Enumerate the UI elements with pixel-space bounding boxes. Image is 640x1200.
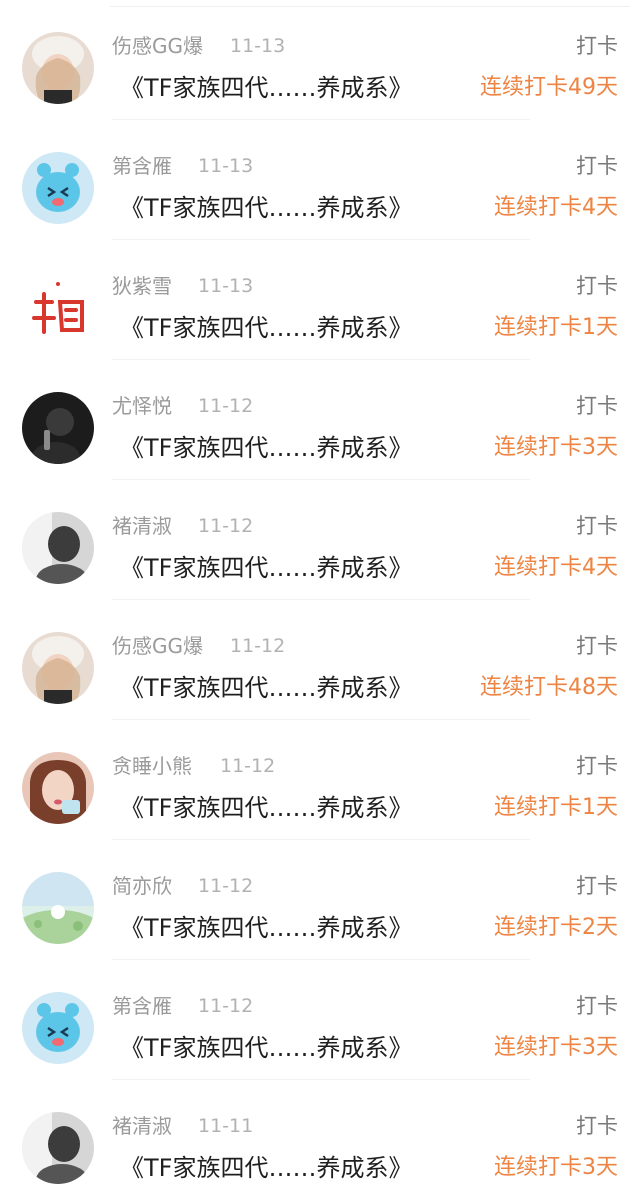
checkin-label: 打卡 [576, 394, 618, 418]
blue-cartoon-bird-avatar[interactable] [22, 992, 94, 1064]
username[interactable]: 简亦欣 [112, 870, 172, 902]
username[interactable]: 褚清淑 [112, 510, 172, 542]
streak-count: 连续打卡4天 [494, 195, 618, 220]
checkin-label: 打卡 [576, 874, 618, 898]
post-title[interactable]: 《TF家族四代……养成系》 [120, 1148, 412, 1188]
monochrome-photo-avatar[interactable] [22, 1112, 94, 1184]
username[interactable]: 贪睡小熊 [112, 750, 192, 782]
feed-item[interactable]: 尤怿悦 11-12 《TF家族四代……养成系》 打卡 连续打卡3天 [0, 360, 640, 480]
post-date: 11-12 [220, 755, 276, 777]
feed-item[interactable]: 褚清淑 11-11 《TF家族四代……养成系》 打卡 连续打卡3天 [0, 1080, 640, 1200]
post-title[interactable]: 《TF家族四代……养成系》 [120, 668, 412, 708]
red-calligraphy-avatar[interactable] [22, 272, 94, 344]
post-date: 11-12 [198, 995, 254, 1017]
checkin-label: 打卡 [576, 34, 618, 58]
girl-portrait-avatar[interactable] [22, 32, 94, 104]
username[interactable]: 第含雁 [112, 150, 172, 182]
checkin-label: 打卡 [576, 1114, 618, 1138]
streak-count: 连续打卡3天 [494, 435, 618, 460]
checkin-label: 打卡 [576, 274, 618, 298]
pastel-landscape-avatar[interactable] [22, 872, 94, 944]
username[interactable]: 尤怿悦 [112, 390, 172, 422]
post-title[interactable]: 《TF家族四代……养成系》 [120, 68, 412, 108]
checkin-label: 打卡 [576, 634, 618, 658]
checkin-label: 打卡 [576, 994, 618, 1018]
feed-item[interactable]: 狄紫雪 11-13 《TF家族四代……养成系》 打卡 连续打卡1天 [0, 240, 640, 360]
feed-item[interactable]: 第含雁 11-13 《TF家族四代……养成系》 打卡 连续打卡4天 [0, 120, 640, 240]
post-title[interactable]: 《TF家族四代……养成系》 [120, 548, 412, 588]
monochrome-photo-avatar[interactable] [22, 512, 94, 584]
post-date: 11-12 [230, 635, 286, 657]
username[interactable]: 褚清淑 [112, 1110, 172, 1142]
streak-count: 连续打卡3天 [494, 1035, 618, 1060]
post-date: 11-13 [198, 155, 254, 177]
post-title[interactable]: 《TF家族四代……养成系》 [120, 308, 412, 348]
post-date: 11-11 [198, 1115, 254, 1137]
feed-item[interactable]: 褚清淑 11-12 《TF家族四代……养成系》 打卡 连续打卡4天 [0, 480, 640, 600]
feed-item[interactable]: 第含雁 11-12 《TF家族四代……养成系》 打卡 连续打卡3天 [0, 960, 640, 1080]
blue-cartoon-bird-avatar[interactable] [22, 152, 94, 224]
feed-item[interactable]: 伤感GG爆 11-12 《TF家族四代……养成系》 打卡 连续打卡48天 [0, 600, 640, 720]
girl-selfie-avatar[interactable] [22, 752, 94, 824]
feed-item[interactable]: 贪睡小熊 11-12 《TF家族四代……养成系》 打卡 连续打卡1天 [0, 720, 640, 840]
post-date: 11-13 [198, 275, 254, 297]
post-date: 11-12 [198, 515, 254, 537]
dark-selfie-avatar[interactable] [22, 392, 94, 464]
feed-item[interactable]: 简亦欣 11-12 《TF家族四代……养成系》 打卡 连续打卡2天 [0, 840, 640, 960]
post-title[interactable]: 《TF家族四代……养成系》 [120, 428, 412, 468]
streak-count: 连续打卡48天 [480, 675, 618, 700]
post-title[interactable]: 《TF家族四代……养成系》 [120, 788, 412, 828]
feed-item[interactable]: 伤感GG爆 11-13 《TF家族四代……养成系》 打卡 连续打卡49天 [0, 0, 640, 120]
streak-count: 连续打卡2天 [494, 915, 618, 940]
checkin-feed: 伤感GG爆 11-13 《TF家族四代……养成系》 打卡 连续打卡49天 第含雁… [0, 0, 640, 1196]
post-date: 11-12 [198, 395, 254, 417]
username[interactable]: 伤感GG爆 [112, 30, 203, 62]
username[interactable]: 第含雁 [112, 990, 172, 1022]
streak-count: 连续打卡4天 [494, 555, 618, 580]
checkin-label: 打卡 [576, 154, 618, 178]
username[interactable]: 伤感GG爆 [112, 630, 203, 662]
post-title[interactable]: 《TF家族四代……养成系》 [120, 908, 412, 948]
streak-count: 连续打卡1天 [494, 315, 618, 340]
streak-count: 连续打卡49天 [480, 75, 618, 100]
username[interactable]: 狄紫雪 [112, 270, 172, 302]
checkin-label: 打卡 [576, 754, 618, 778]
post-date: 11-12 [198, 875, 254, 897]
checkin-label: 打卡 [576, 514, 618, 538]
post-title[interactable]: 《TF家族四代……养成系》 [120, 188, 412, 228]
streak-count: 连续打卡3天 [494, 1155, 618, 1180]
post-title[interactable]: 《TF家族四代……养成系》 [120, 1028, 412, 1068]
girl-portrait-avatar[interactable] [22, 632, 94, 704]
post-date: 11-13 [230, 35, 286, 57]
streak-count: 连续打卡1天 [494, 795, 618, 820]
